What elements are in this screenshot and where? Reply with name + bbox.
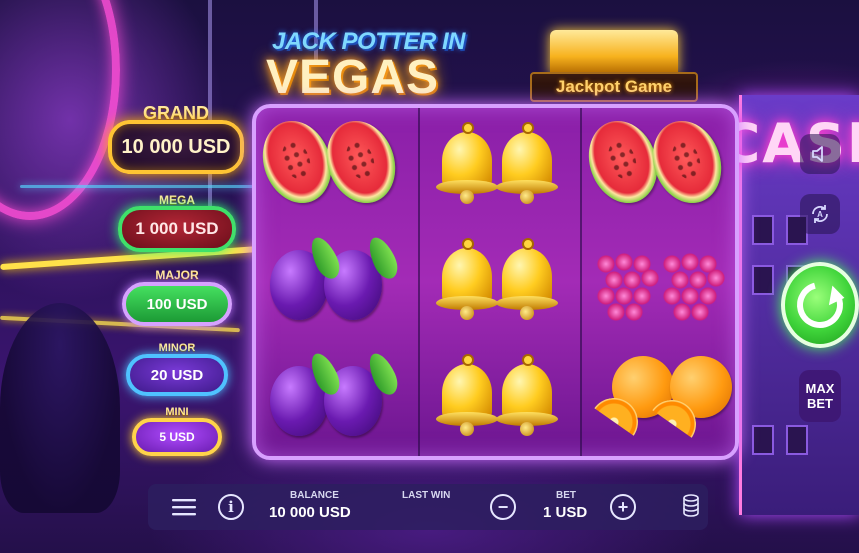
- grapes-icon: [592, 244, 662, 328]
- building-window: [752, 215, 774, 245]
- game-title-line2: VEGAS: [266, 51, 440, 104]
- bottom-control-bar: i BALANCE 10 000 USD LAST WIN − BET 1 US…: [148, 484, 708, 530]
- menu-button[interactable]: [172, 497, 196, 522]
- reel-cell-bell: [420, 108, 580, 224]
- reel-cell-watermelon: [256, 108, 416, 224]
- reel-cell-grapes: [582, 224, 735, 340]
- reel-cell-watermelon: [577, 108, 735, 224]
- spin-button[interactable]: [781, 262, 859, 348]
- grapes-icon: [658, 244, 728, 328]
- watermelon-icon: [315, 111, 407, 213]
- coin-stack-icon: [683, 494, 699, 517]
- info-button[interactable]: i: [218, 494, 244, 520]
- bell-icon: [436, 120, 498, 206]
- decrease-bet-button[interactable]: −: [490, 494, 516, 520]
- max-bet-label-line2: BET: [807, 396, 833, 411]
- hamburger-menu-icon: [172, 499, 196, 516]
- bell-icon: [436, 352, 498, 438]
- jackpot-game-badge: Jackpot Game: [530, 30, 698, 102]
- reel-cell-orange: [582, 340, 735, 456]
- jackpot-game-plate: Jackpot Game: [530, 72, 698, 102]
- reel-3: [577, 108, 735, 456]
- sound-button[interactable]: [800, 134, 840, 174]
- bet-label: BET: [556, 490, 576, 501]
- minus-icon: −: [497, 497, 509, 517]
- neon-line-decoration: [20, 185, 260, 188]
- bell-icon: [496, 352, 558, 438]
- balance-label: BALANCE: [290, 490, 339, 501]
- jackpot-mini-label: MINI: [165, 406, 189, 418]
- watermelon-icon: [641, 111, 733, 213]
- building-window: [786, 425, 808, 455]
- autoplay-button[interactable]: A: [800, 194, 840, 234]
- jackpot-mega-label: MEGA: [159, 193, 195, 207]
- palm-tree-silhouette: [0, 303, 120, 513]
- jackpot-grand-amount: 10 000 USD: [108, 120, 244, 174]
- reel-cell-bell: [420, 340, 580, 456]
- building-window: [752, 265, 774, 295]
- jackpot-mega-amount: 1 000 USD: [118, 206, 236, 252]
- max-bet-button[interactable]: MAX BET: [799, 370, 841, 422]
- last-win-label: LAST WIN: [402, 490, 451, 501]
- slot-reels: [252, 104, 739, 460]
- svg-text:A: A: [817, 210, 823, 219]
- speaker-icon: [812, 146, 823, 162]
- bet-value: 1 USD: [543, 504, 588, 521]
- refresh-icon: [788, 273, 852, 337]
- bell-icon: [496, 120, 558, 206]
- reel-2: [418, 108, 578, 456]
- jackpot-minor-label: MINOR: [158, 342, 196, 354]
- building-window: [752, 425, 774, 455]
- gold-chest-icon: [550, 30, 678, 74]
- bell-icon: [436, 236, 498, 322]
- plus-icon: +: [617, 497, 629, 517]
- increase-bet-button[interactable]: +: [610, 494, 636, 520]
- reel-cell-plum: [256, 224, 416, 340]
- jackpot-major-label: MAJOR: [155, 268, 199, 282]
- autoplay-icon: A: [812, 205, 828, 223]
- bell-icon: [496, 236, 558, 322]
- info-icon: i: [228, 497, 234, 516]
- coins-button[interactable]: [682, 493, 700, 526]
- jackpot-minor-amount: 20 USD: [126, 354, 228, 396]
- reel-1: [256, 108, 416, 456]
- jackpot-game-label: Jackpot Game: [555, 77, 673, 96]
- max-bet-label-line1: MAX: [805, 381, 835, 396]
- reel-cell-plum: [256, 340, 416, 456]
- jackpot-major-amount: 100 USD: [122, 282, 232, 326]
- reel-cell-bell: [420, 224, 580, 340]
- jackpot-mini-amount: 5 USD: [132, 418, 222, 456]
- balance-value: 10 000 USD: [269, 504, 351, 521]
